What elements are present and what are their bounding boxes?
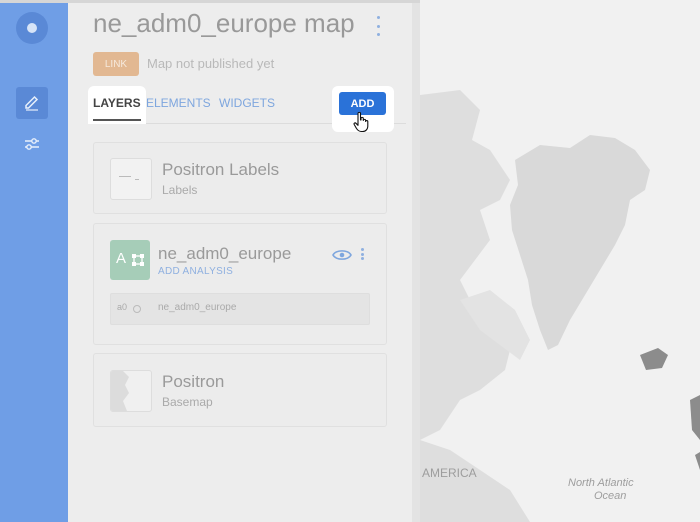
tab-elements[interactable]: ELEMENTS xyxy=(146,86,211,124)
top-progress-bar xyxy=(0,0,420,3)
kebab-menu-icon[interactable] xyxy=(373,16,383,36)
logo-icon[interactable] xyxy=(16,12,48,44)
link-button[interactable]: LINK xyxy=(93,52,139,76)
eye-icon[interactable] xyxy=(332,248,352,262)
source-node-icon xyxy=(133,305,141,313)
layer-name: Positron xyxy=(162,372,225,391)
settings-button[interactable] xyxy=(16,128,48,160)
publish-status: Map not published yet xyxy=(147,56,275,71)
layer-thumbnail: A xyxy=(110,240,150,280)
layer-thumbnail xyxy=(110,158,152,200)
analysis-id: a0 xyxy=(117,302,128,312)
edit-button[interactable] xyxy=(16,87,48,119)
pencil-icon xyxy=(25,95,39,111)
map-title[interactable]: ne_adm0_europe map xyxy=(93,8,355,39)
layer-name: ne_adm0_europe xyxy=(158,244,292,263)
map-label-ocean-line2: Ocean xyxy=(594,490,627,502)
editor-panel: ne_adm0_europe map LINK Map not publishe… xyxy=(68,0,412,522)
tab-layers[interactable]: LAYERS xyxy=(88,86,146,124)
sliders-icon xyxy=(25,138,39,150)
layer-type: Basemap xyxy=(162,395,213,409)
layer-card-ne-adm0-europe[interactable]: A ne_adm0_europe ADD ANALYSIS a0 ne_adm0… xyxy=(93,223,387,345)
basemap-land xyxy=(420,90,700,522)
basemap-thumb-icon xyxy=(111,371,129,411)
map-label-america: AMERICA xyxy=(422,466,477,480)
map-label-ocean-line1: North Atlantic xyxy=(568,477,634,489)
layer-type: Labels xyxy=(162,183,198,197)
analysis-source-row[interactable]: a0 ne_adm0_europe xyxy=(110,293,370,325)
tab-widgets[interactable]: WIDGETS xyxy=(219,86,275,124)
map-canvas[interactable]: AMERICA North Atlantic Ocean xyxy=(420,0,700,522)
add-analysis-link[interactable]: ADD ANALYSIS xyxy=(158,266,233,277)
polygon-geometry-icon xyxy=(132,254,144,266)
panel-divider[interactable] xyxy=(412,0,420,522)
layer-card-positron-labels[interactable]: Positron Labels Labels xyxy=(93,142,387,214)
layer-card-positron[interactable]: Positron Basemap xyxy=(93,353,387,427)
kebab-menu-icon[interactable] xyxy=(357,248,367,260)
hand-cursor-icon xyxy=(353,111,369,133)
analysis-source-name: ne_adm0_europe xyxy=(158,302,237,313)
layer-name: Positron Labels xyxy=(162,160,280,179)
left-rail xyxy=(0,0,68,522)
layer-thumbnail xyxy=(110,370,152,412)
add-button-area: ADD xyxy=(332,86,394,133)
